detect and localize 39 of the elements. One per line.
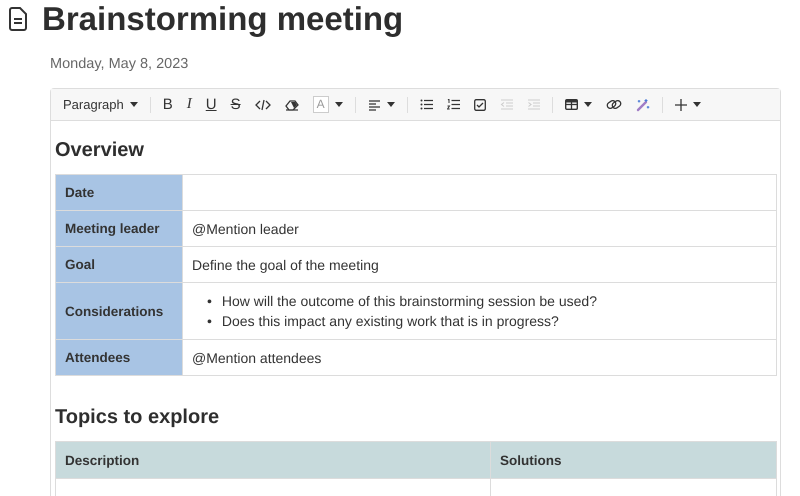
magic-wand-icon[interactable] <box>636 98 650 112</box>
paragraph-style-dropdown[interactable]: Paragraph <box>57 92 144 116</box>
table-cell: Define the goal of the meeting <box>182 246 776 282</box>
column-header: Description <box>56 442 490 478</box>
caret-icon[interactable] <box>334 102 343 107</box>
column-header: Solutions <box>490 442 776 478</box>
table-cell: @Mention attendees <box>182 340 776 376</box>
caret-icon[interactable] <box>130 102 138 107</box>
task-list-icon[interactable] <box>474 98 486 110</box>
bullet-marker: • <box>206 312 213 331</box>
table-icon[interactable] <box>564 99 578 110</box>
page-title: Brainstorming meeting <box>42 0 404 38</box>
align-left-icon[interactable] <box>368 98 381 110</box>
document-icon <box>8 7 28 31</box>
italic-button[interactable]: I <box>180 92 198 116</box>
eraser-icon[interactable] <box>284 98 299 110</box>
caret-icon[interactable] <box>584 102 592 107</box>
bullet-list-icon[interactable] <box>420 99 433 110</box>
bullet-marker: • <box>206 292 213 311</box>
numbered-list-icon[interactable] <box>446 99 460 110</box>
section-heading: Topics to explore <box>55 406 220 429</box>
page-date: Monday, May 8, 2023 <box>50 56 190 72</box>
table-cell: Goal <box>56 246 182 282</box>
table-cell: Attendees <box>56 340 182 376</box>
table-cell: Meeting leader <box>56 210 182 246</box>
section-heading: Overview <box>55 139 145 162</box>
table-cell: Date <box>56 174 182 210</box>
underline-button[interactable]: U <box>200 92 223 116</box>
caret-icon[interactable] <box>386 102 395 107</box>
bullet-item: How will the outcome of this brainstorming session be used? <box>220 292 598 311</box>
code-icon[interactable] <box>254 98 271 110</box>
table-cell: Considerations <box>56 282 182 340</box>
plus-icon[interactable] <box>674 98 687 110</box>
caret-icon[interactable] <box>692 102 701 107</box>
link-icon[interactable] <box>606 98 622 111</box>
strike-button[interactable]: S <box>224 92 247 116</box>
table-cell: @Mention leader <box>182 210 776 246</box>
bold-button[interactable]: B <box>156 92 179 116</box>
bullet-item: Does this impact any existing work that is in progress? <box>220 312 560 331</box>
